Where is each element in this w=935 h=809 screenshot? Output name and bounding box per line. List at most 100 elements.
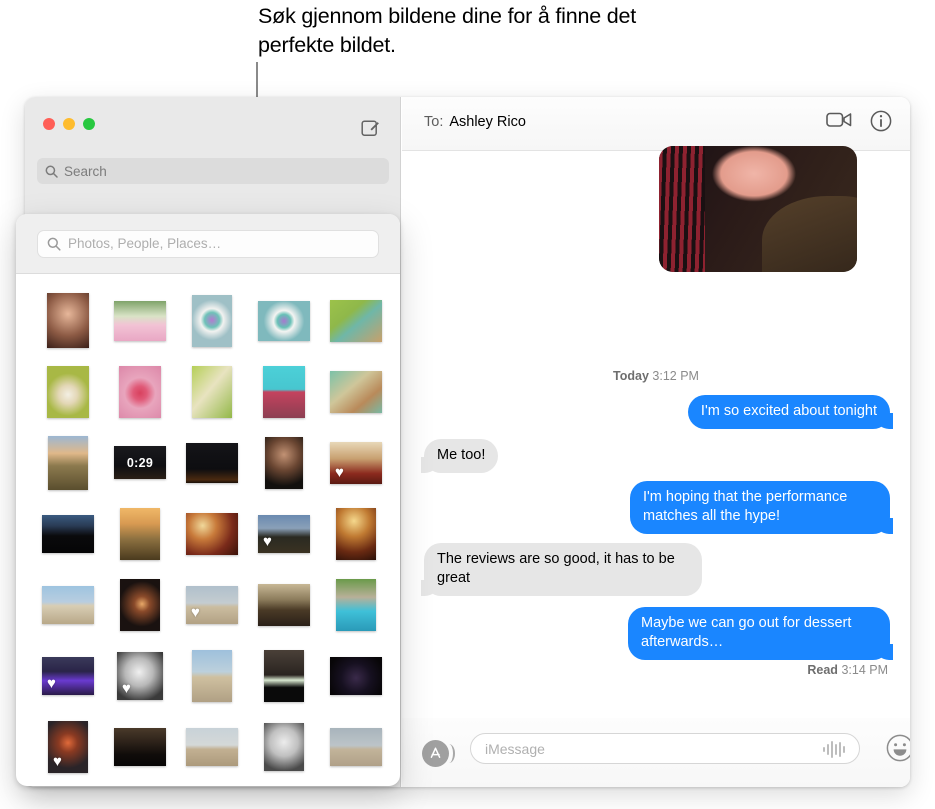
photo-cell[interactable]: ♥ xyxy=(32,640,104,711)
photo-thumbnail[interactable]: 0:29 xyxy=(114,446,166,479)
photo-cell[interactable] xyxy=(104,498,176,569)
photo-cell[interactable]: ♥ xyxy=(176,569,248,640)
photo-cell[interactable] xyxy=(104,356,176,427)
photo-thumbnail[interactable] xyxy=(264,722,304,771)
photo-cell[interactable] xyxy=(248,569,320,640)
photo-cell[interactable] xyxy=(248,711,320,782)
photo-thumbnail[interactable] xyxy=(47,293,89,348)
photo-cell[interactable]: ♥ xyxy=(32,711,104,782)
photo-thumbnail[interactable] xyxy=(42,514,94,553)
photo-thumbnail[interactable] xyxy=(48,435,88,490)
photo-cell[interactable] xyxy=(104,285,176,356)
photo-cell[interactable]: ♥ xyxy=(248,498,320,569)
photo-thumbnail[interactable] xyxy=(336,507,376,560)
photo-thumbnail[interactable] xyxy=(186,727,238,766)
photo-thumbnail[interactable]: ♥ xyxy=(330,441,382,484)
photo-thumbnail[interactable] xyxy=(42,585,94,624)
photo-cell[interactable] xyxy=(320,285,392,356)
photo-thumbnail[interactable] xyxy=(265,436,303,489)
photo-thumbnail[interactable] xyxy=(114,727,166,766)
photo-thumbnail[interactable] xyxy=(114,300,166,341)
photo-cell[interactable] xyxy=(32,498,104,569)
photo-thumbnail[interactable]: ♥ xyxy=(258,514,310,553)
photo-thumbnail[interactable] xyxy=(330,370,382,413)
close-button[interactable] xyxy=(43,118,55,130)
photo-cell[interactable] xyxy=(176,285,248,356)
message-photo-attachment[interactable] xyxy=(659,146,857,272)
thread-timestamp: Today 3:12 PM xyxy=(402,369,910,383)
photo-thumbnail[interactable] xyxy=(192,365,232,418)
photo-cell[interactable] xyxy=(104,711,176,782)
photo-thumbnail[interactable] xyxy=(120,507,160,560)
photo-thumbnail[interactable] xyxy=(47,365,89,418)
photo-cell[interactable] xyxy=(320,711,392,782)
photo-cell[interactable] xyxy=(176,427,248,498)
photo-thumbnail[interactable] xyxy=(330,299,382,342)
compose-button[interactable] xyxy=(355,112,385,142)
read-label: Read xyxy=(807,663,838,677)
photo-cell[interactable] xyxy=(104,569,176,640)
info-button[interactable] xyxy=(870,110,892,132)
photo-cell[interactable] xyxy=(320,356,392,427)
photo-cell[interactable] xyxy=(176,711,248,782)
composer-bar: iMessage xyxy=(402,718,910,787)
search-input[interactable]: Search xyxy=(37,158,389,184)
photo-thumbnail[interactable]: ♥ xyxy=(117,651,163,700)
photo-thumbnail[interactable]: ♥ xyxy=(186,585,238,624)
message-bubble-sent[interactable]: I'm so excited about tonight xyxy=(687,395,893,429)
photo-cell[interactable] xyxy=(320,569,392,640)
photo-cell[interactable] xyxy=(248,356,320,427)
photo-thumbnail[interactable]: ♥ xyxy=(42,656,94,695)
photos-grid-row xyxy=(32,285,400,356)
photo-cell[interactable] xyxy=(32,285,104,356)
imessage-input[interactable]: iMessage xyxy=(470,733,860,764)
photo-cell[interactable] xyxy=(320,640,392,711)
photo-cell[interactable] xyxy=(248,640,320,711)
zoom-button[interactable] xyxy=(83,118,95,130)
photo-cell[interactable] xyxy=(320,498,392,569)
photos-search-input[interactable]: Photos, People, Places… xyxy=(37,229,379,258)
audio-waveform-icon[interactable] xyxy=(823,741,845,758)
photo-thumbnail[interactable] xyxy=(186,512,238,555)
photo-cell[interactable] xyxy=(176,640,248,711)
photo-cell[interactable] xyxy=(176,498,248,569)
photo-thumbnail[interactable] xyxy=(330,656,382,695)
photo-thumbnail[interactable] xyxy=(186,442,238,483)
photo-cell[interactable] xyxy=(176,356,248,427)
bubble-tail xyxy=(880,644,896,660)
photo-thumbnail[interactable] xyxy=(119,365,161,418)
apps-button[interactable] xyxy=(422,740,455,767)
photo-cell[interactable] xyxy=(248,285,320,356)
recipient-line[interactable]: To: Ashley Rico xyxy=(424,114,526,130)
message-bubble-received[interactable]: The reviews are so good, it has to be gr… xyxy=(421,543,702,596)
recipient-name: Ashley Rico xyxy=(449,114,526,130)
photo-thumbnail[interactable] xyxy=(120,578,160,631)
photo-cell[interactable] xyxy=(248,427,320,498)
photo-cell[interactable]: 0:29 xyxy=(104,427,176,498)
photos-grid-row: ♥ xyxy=(32,498,400,569)
photo-cell[interactable] xyxy=(32,569,104,640)
facetime-video-button[interactable] xyxy=(826,110,852,132)
photo-thumbnail[interactable] xyxy=(330,727,382,766)
message-bubble-sent[interactable]: Maybe we can go out for dessert afterwar… xyxy=(628,607,893,660)
photo-thumbnail[interactable] xyxy=(264,649,304,702)
bubble-tail xyxy=(880,518,896,534)
photo-cell[interactable]: ♥ xyxy=(320,427,392,498)
photos-grid-row: ♥ xyxy=(32,569,400,640)
photo-thumbnail[interactable] xyxy=(336,578,376,631)
photo-thumbnail[interactable] xyxy=(192,294,232,347)
photo-thumbnail[interactable] xyxy=(192,649,232,702)
emoji-button[interactable] xyxy=(886,734,910,762)
message-bubble-received[interactable]: Me too! xyxy=(421,439,499,473)
message-bubble-sent[interactable]: I'm hoping that the performance matches … xyxy=(630,481,893,534)
photo-thumbnail[interactable] xyxy=(258,583,310,626)
minimize-button[interactable] xyxy=(63,118,75,130)
photo-cell[interactable] xyxy=(32,427,104,498)
photo-cell[interactable] xyxy=(32,356,104,427)
photo-cell[interactable]: ♥ xyxy=(104,640,176,711)
photo-thumbnail[interactable]: ♥ xyxy=(48,720,88,773)
photo-thumbnail[interactable] xyxy=(258,300,310,341)
message-text: Maybe we can go out for dessert afterwar… xyxy=(641,615,852,650)
read-receipt: Read 3:14 PM xyxy=(807,663,888,677)
photo-thumbnail[interactable] xyxy=(263,365,305,418)
